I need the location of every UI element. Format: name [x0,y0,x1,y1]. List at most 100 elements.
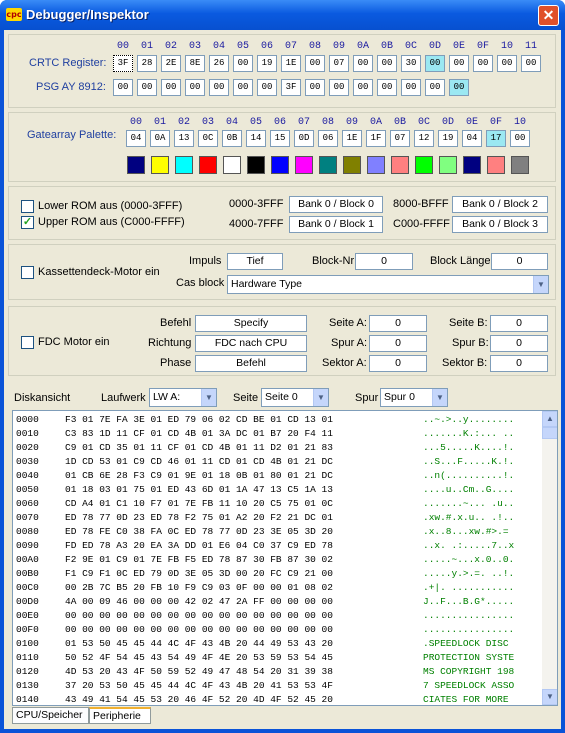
psg-register-cell[interactable]: 00 [209,79,229,96]
richtung-field[interactable]: FDC nach CPU [195,335,307,352]
impuls-field[interactable]: Tief [227,253,283,270]
hex-scrollbar[interactable]: ▲ ▼ [542,411,557,705]
crtc-register-cell[interactable]: 00 [377,55,397,72]
crtc-register-cell[interactable]: 00 [521,55,541,72]
palette-value-cell[interactable]: 14 [246,130,266,147]
crtc-register-cell[interactable]: 00 [473,55,493,72]
crtc-register-cell[interactable]: 00 [497,55,517,72]
hex-row-ascii: .....y.>.=. ..!. [423,568,515,579]
psg-register-cell[interactable]: 00 [257,79,277,96]
palette-value-cell[interactable]: 12 [414,130,434,147]
tab-cpu-speicher[interactable]: CPU/Speicher [12,707,89,724]
crtc-register-cell[interactable]: 00 [305,55,325,72]
palette-value-cell[interactable]: 1E [342,130,362,147]
palette-value-cell[interactable]: 0C [198,130,218,147]
palette-value-cell[interactable]: 13 [174,130,194,147]
crtc-register-cell[interactable]: 26 [209,55,229,72]
block-len-field[interactable]: 0 [491,253,548,270]
psg-register-cell[interactable]: 00 [449,79,469,96]
palette-value-cell[interactable]: 06 [318,130,338,147]
crtc-register-cell[interactable]: 19 [257,55,277,72]
palette-value-cell[interactable]: 19 [438,130,458,147]
palette-value-cell[interactable]: 0D [294,130,314,147]
palette-color-swatch [199,156,217,174]
psg-register-cell[interactable]: 00 [425,79,445,96]
befehl-field[interactable]: Specify [195,315,307,332]
upper-rom-checkbox[interactable]: ✓ [21,216,34,229]
psg-register-cell[interactable]: 00 [305,79,325,96]
psg-register-cell[interactable]: 00 [233,79,253,96]
sektor-a-field[interactable]: 0 [369,355,427,372]
bank-field-1[interactable]: Bank 0 / Block 1 [289,216,383,233]
spur-select[interactable]: Spur 0 ▼ [380,388,448,407]
psg-register-cell[interactable]: 00 [377,79,397,96]
tape-motor-checkbox[interactable] [21,266,34,279]
palette-value-cell[interactable]: 15 [270,130,290,147]
diskansicht-label: Diskansicht [14,392,71,404]
crtc-register-cell[interactable]: 00 [449,55,469,72]
psg-register-cell[interactable]: 00 [161,79,181,96]
psg-register-cell[interactable]: 00 [113,79,133,96]
crtc-register-cell[interactable]: 30 [401,55,421,72]
scroll-down-button[interactable]: ▼ [542,689,557,705]
hex-row-address: 00E0 [16,610,39,621]
crtc-register-cell[interactable]: 00 [353,55,373,72]
seite-b-field[interactable]: 0 [490,315,548,332]
lower-rom-checkbox[interactable] [21,200,34,213]
title-bar[interactable]: cpc Debugger/Inspektor ✕ [0,0,565,30]
gatearray-header: 0E [465,117,478,128]
seite-select[interactable]: Seite 0 ▼ [261,388,329,407]
phase-field[interactable]: Befehl [195,355,307,372]
bank-field-3[interactable]: Bank 0 / Block 3 [452,216,548,233]
bank-field-0[interactable]: Bank 0 / Block 0 [289,196,383,213]
chevron-down-icon[interactable]: ▼ [533,276,548,293]
psg-label: PSG AY 8912: [36,81,106,93]
hex-row-address: 00B0 [16,568,39,579]
gatearray-header: 0B [393,117,406,128]
crtc-register-cell[interactable]: 3F [113,55,133,72]
gatearray-header: 08 [321,117,334,128]
seite-a-field[interactable]: 0 [369,315,427,332]
block-nr-field[interactable]: 0 [355,253,413,270]
palette-value-cell[interactable]: 00 [510,130,530,147]
palette-value-cell[interactable]: 0B [222,130,242,147]
palette-value-cell[interactable]: 07 [390,130,410,147]
crtc-header: 0B [380,41,393,52]
fdc-motor-checkbox[interactable] [21,336,34,349]
disk-hex-view[interactable]: 0000 F3 01 7E FA 3E 01 ED 79 06 02 CD BE … [12,410,558,706]
crtc-register-cell[interactable]: 8E [185,55,205,72]
palette-value-cell[interactable]: 04 [462,130,482,147]
palette-value-cell[interactable]: 17 [486,130,506,147]
scroll-up-button[interactable]: ▲ [542,411,557,427]
crtc-register-cell[interactable]: 00 [425,55,445,72]
sektor-b-field[interactable]: 0 [490,355,548,372]
palette-value-cell[interactable]: 0A [150,130,170,147]
palette-value-cell[interactable]: 04 [126,130,146,147]
crtc-register-cell[interactable]: 28 [137,55,157,72]
hex-row-ascii: .+|. ........... [423,582,515,593]
psg-register-cell[interactable]: 00 [185,79,205,96]
psg-register-cell[interactable]: 00 [353,79,373,96]
tab-peripherie[interactable]: Peripherie [89,707,151,724]
spur-b-field[interactable]: 0 [490,335,548,352]
palette-value-cell[interactable]: 1F [366,130,386,147]
laufwerk-select[interactable]: LW A: ▼ [149,388,217,407]
psg-register-cell[interactable]: 3F [281,79,301,96]
cas-block-select[interactable]: Hardware Type ▼ [227,275,549,294]
spur-a-field[interactable]: 0 [369,335,427,352]
close-button[interactable]: ✕ [538,5,559,26]
gatearray-header: 05 [249,117,262,128]
chevron-down-icon[interactable]: ▼ [201,389,216,406]
crtc-register-cell[interactable]: 1E [281,55,301,72]
scroll-thumb[interactable] [542,427,557,439]
psg-register-cell[interactable]: 00 [329,79,349,96]
crtc-register-cell[interactable]: 07 [329,55,349,72]
bank-field-2[interactable]: Bank 0 / Block 2 [452,196,548,213]
crtc-register-cell[interactable]: 2E [161,55,181,72]
crtc-register-cell[interactable]: 00 [233,55,253,72]
psg-register-cell[interactable]: 00 [401,79,421,96]
chevron-down-icon[interactable]: ▼ [432,389,447,406]
chevron-down-icon[interactable]: ▼ [313,389,328,406]
gatearray-header: 06 [273,117,286,128]
psg-register-cell[interactable]: 00 [137,79,157,96]
